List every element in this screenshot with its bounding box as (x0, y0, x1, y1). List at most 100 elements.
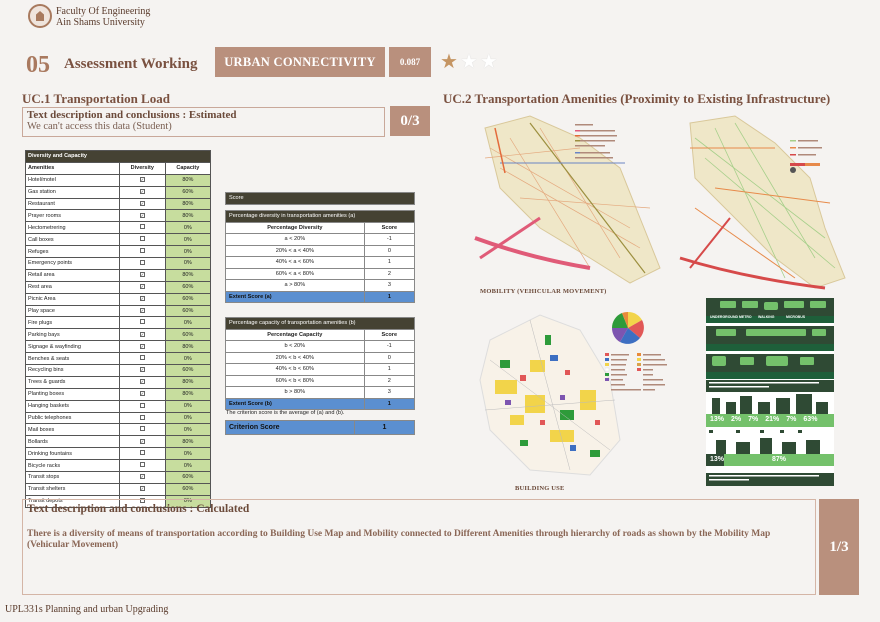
checkbox-checked-icon[interactable]: ✓ (139, 177, 145, 183)
table-row: a > 80% 3 (225, 279, 416, 292)
diversity-cell: ✓ (118, 387, 166, 401)
section-title: Assessment Working (64, 56, 198, 72)
range-cell: 60% < a < 80% (225, 267, 365, 280)
checkbox-checked-icon[interactable]: ✓ (139, 486, 145, 492)
table-row: Retail area ✓ 80% (25, 268, 212, 282)
diversity-cell (118, 221, 166, 235)
amenity-name: Public telephones (25, 411, 120, 425)
amenity-name: Prayer rooms (25, 209, 120, 223)
checkbox-checked-icon[interactable]: ✓ (139, 272, 145, 278)
criterion-score-table: Criterion Score 1 (225, 420, 415, 435)
checkbox-checked-icon[interactable]: ✓ (139, 201, 145, 206)
diversity-cell: ✓ (118, 364, 166, 377)
capacity-cell: 80% (164, 173, 212, 187)
range-cell: 20% < b < 40% (225, 351, 365, 364)
overall-score: 0.087 (389, 47, 431, 77)
range-cell: 40% < b < 60% (225, 363, 365, 376)
mode-share-percentages: 13% 2% 7% 21% 7% 63% (710, 416, 834, 423)
checkbox-checked-icon[interactable]: ✓ (139, 212, 145, 218)
score-cell: 0 (363, 244, 416, 257)
checkbox-checked-icon[interactable]: ✓ (139, 367, 145, 373)
mobility-map-2 (679, 115, 846, 290)
capacity-cell: 60% (164, 328, 212, 342)
amenity-name: Emergency points (25, 257, 120, 270)
column-header: Score (363, 221, 416, 234)
column-header: Score (363, 328, 416, 341)
diversity-cell: ✓ (118, 292, 166, 306)
star-rating: ★★★ (440, 52, 500, 72)
checkbox-empty-icon[interactable] (139, 236, 145, 242)
checkbox-empty-icon[interactable] (139, 259, 145, 265)
checkbox-empty-icon[interactable] (139, 462, 145, 468)
checkbox-empty-icon[interactable] (139, 319, 145, 325)
capacity-cell: 80% (164, 375, 212, 389)
checkbox-empty-icon[interactable] (139, 355, 145, 361)
score-cell: 0 (363, 351, 416, 364)
amenity-name: Hectometrering (25, 221, 120, 235)
diversity-cell: ✓ (118, 340, 166, 354)
score-cell: 3 (363, 386, 416, 399)
checkbox-empty-icon[interactable] (139, 224, 145, 230)
criterion-note: The criterion score is the average of (a… (226, 410, 345, 416)
column-header: Diversity (118, 161, 166, 175)
table-row: Benches & seats 0% (25, 352, 212, 366)
caption-building-use: BUILDING USE (515, 485, 565, 492)
capacity-cell: 0% (164, 245, 212, 259)
capacity-cell: 80% (164, 197, 212, 211)
faculty-line: Faculty Of Engineering (56, 6, 151, 17)
table-row: 40% < a < 60% 1 (225, 256, 416, 269)
pct-87: 87% (772, 456, 787, 463)
diversity-cell (118, 233, 166, 247)
table-row: Parking bays ✓ 60% (25, 328, 212, 342)
checkbox-checked-icon[interactable]: ✓ (139, 331, 145, 337)
score-cell: 2 (363, 267, 416, 280)
column-header: Amenities (25, 161, 120, 175)
footer-course: UPL331s Planning and urban Upgrading (5, 604, 169, 615)
range-cell: 60% < b < 80% (225, 374, 365, 387)
checkbox-empty-icon[interactable] (139, 414, 145, 420)
mode-share-pct: 7% (786, 416, 797, 423)
checkbox-checked-icon[interactable]: ✓ (139, 189, 145, 195)
amenity-name: Signage & wayfinding (25, 340, 120, 354)
checkbox-checked-icon[interactable]: ✓ (139, 438, 145, 444)
diversity-cell: ✓ (118, 280, 166, 294)
calculated-description-box: Text description and conclusions : Calcu… (22, 499, 816, 595)
checkbox-empty-icon[interactable] (139, 450, 145, 456)
table-row: Hectometrering 0% (25, 221, 212, 235)
checkbox-checked-icon[interactable]: ✓ (139, 308, 145, 314)
amenity-name: Parking bays (25, 328, 120, 342)
capacity-cell: 0% (164, 233, 212, 247)
table-row: Transit stops ✓ 60% (25, 471, 212, 484)
table-row: Trees & guards ✓ 80% (25, 375, 212, 389)
checkbox-checked-icon[interactable]: ✓ (139, 391, 145, 397)
checkbox-checked-icon[interactable]: ✓ (139, 296, 145, 302)
table-row: Restaurant ✓ 80% (25, 197, 212, 211)
table-row: Bicycle racks 0% (25, 459, 212, 473)
capacity-cell: 80% (164, 340, 212, 354)
amenity-name: Recycling bins (25, 364, 120, 377)
category-tag: URBAN CONNECTIVITY (215, 47, 385, 77)
checkbox-checked-icon[interactable]: ✓ (139, 284, 145, 290)
checkbox-checked-icon[interactable]: ✓ (139, 474, 145, 480)
range-cell: b > 80% (225, 386, 365, 399)
mode-share-pct: 21% (765, 416, 780, 423)
capacity-cell: 0% (164, 352, 212, 366)
diversity-capacity-table: Diversity and Capacity Amenities Diversi… (25, 150, 212, 508)
extent-row: Extent Score (a) 1 (225, 290, 416, 303)
amenity-name: Restaurant (25, 197, 120, 211)
map-legend-1 (575, 124, 617, 159)
score-cell: 3 (363, 279, 416, 292)
extent-label: Extent Score (a) (225, 290, 365, 303)
amenity-name: Transit shelters (25, 482, 120, 496)
checkbox-checked-icon[interactable]: ✓ (139, 343, 145, 349)
diversity-cell: ✓ (118, 375, 166, 389)
checkbox-empty-icon[interactable] (139, 248, 145, 254)
landuse-legend (605, 353, 667, 391)
mode-share-pct: 63% (803, 416, 818, 423)
checkbox-empty-icon[interactable] (139, 426, 145, 432)
capacity-cell: 0% (164, 399, 212, 413)
landuse-pie-chart (611, 311, 644, 344)
checkbox-checked-icon[interactable]: ✓ (139, 379, 145, 385)
mode-share-pct: 2% (731, 416, 742, 423)
checkbox-empty-icon[interactable] (139, 402, 145, 408)
